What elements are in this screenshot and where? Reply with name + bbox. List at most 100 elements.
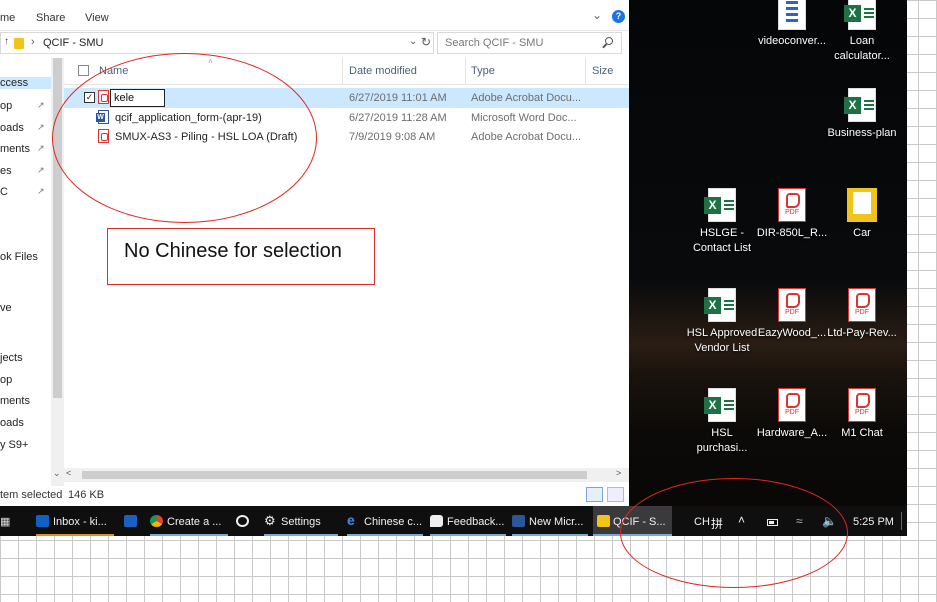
column-divider[interactable] <box>465 58 466 85</box>
column-divider[interactable] <box>585 58 586 85</box>
nav-item-3d-objects[interactable]: jects <box>0 352 23 364</box>
desktop-icon-label: Hardware_A... <box>756 427 828 439</box>
nav-item-desktop-2[interactable]: op <box>0 374 12 386</box>
desktop-icon[interactable]: Hardware_A... <box>755 388 829 441</box>
file-date: 7/9/2019 9:08 AM <box>349 131 436 143</box>
nav-item-work-files[interactable]: ok Files <box>0 251 38 263</box>
desktop-icon[interactable]: Car <box>825 188 899 241</box>
tab-home[interactable]: me <box>0 12 15 24</box>
tab-share[interactable]: Share <box>36 12 65 24</box>
taskbar-item-label: Create a ... <box>167 516 222 528</box>
column-date-modified[interactable]: Date modified <box>349 65 417 77</box>
pin-icon: ↗ <box>37 122 45 132</box>
nav-item-galaxy-s9[interactable]: y S9+ <box>0 439 28 451</box>
file-name[interactable]: SMUX-AS3 - Piling - HSL LOA (Draft) <box>115 131 297 143</box>
column-size[interactable]: Size <box>592 65 613 77</box>
nav-item-downloads-2[interactable]: oads <box>0 417 24 429</box>
task-view-button[interactable]: ▦ <box>0 506 10 536</box>
nav-item-downloads[interactable]: oads <box>0 122 24 134</box>
desktop-icon[interactable]: videoconver... <box>755 0 829 49</box>
file-row[interactable]: ✓ 6/27/2019 11:01 AM Adobe Acrobat Docu.… <box>64 88 629 108</box>
taskbar-item-settings[interactable]: ⚙ Settings <box>264 506 338 536</box>
desktop-icon[interactable]: M1 Chat <box>825 388 899 441</box>
scroll-down-icon[interactable]: ⌄ <box>53 468 61 479</box>
address-bar[interactable]: ↑ › QCIF - SMU ⌄ ↻ <box>0 32 434 54</box>
desktop-icon[interactable]: HSLGE - Contact List <box>685 188 759 256</box>
word-icon <box>512 515 525 527</box>
ime-mode[interactable]: 拼 <box>711 515 723 532</box>
tab-view[interactable]: View <box>85 12 109 24</box>
taskbar-item-edge[interactable]: e Chinese c... <box>347 506 423 536</box>
details-view-icon[interactable] <box>586 487 603 502</box>
address-dropdown-icon[interactable]: ⌄ <box>409 36 417 47</box>
status-bar: tem selected 146 KB <box>0 486 629 506</box>
column-divider[interactable] <box>342 58 343 85</box>
taskbar: ▦ Inbox - ki... Create a ... ⚙ Settings … <box>0 506 907 536</box>
desktop-icon[interactable]: Ltd-Pay-Rev... <box>825 288 899 341</box>
desktop-icon[interactable]: Loan calculator... <box>825 0 899 64</box>
nav-item-documents[interactable]: ments <box>0 143 30 155</box>
desktop-icon[interactable]: DIR-850L_R... <box>755 188 829 241</box>
breadcrumb-separator-icon[interactable]: › <box>31 36 35 48</box>
clock[interactable]: 5:25 PM <box>853 516 894 528</box>
search-box[interactable]: Search QCIF - SMU <box>437 32 622 54</box>
nav-item-desktop[interactable]: op <box>0 100 12 112</box>
taskbar-item-indicator <box>512 534 588 536</box>
horizontal-scrollbar[interactable]: < > <box>64 468 629 482</box>
volume-icon[interactable]: 🔈 <box>822 514 837 528</box>
horizontal-scrollbar-thumb[interactable] <box>82 471 587 479</box>
show-desktop-button[interactable] <box>901 512 902 530</box>
taskbar-item-feedback-hub[interactable]: Feedback... <box>430 506 506 536</box>
nav-item-quick-access[interactable]: ccess <box>0 77 51 89</box>
taskbar-item-outlook[interactable]: Inbox - ki... <box>36 506 114 536</box>
show-hidden-icons-chevron-icon[interactable]: ˄ <box>738 513 745 527</box>
gear-icon: ⚙ <box>264 513 276 528</box>
desktop-icon-label: HSL Approved Vendor List <box>686 327 758 354</box>
breadcrumb-path[interactable]: QCIF - SMU <box>43 37 104 49</box>
help-icon[interactable]: ? <box>612 10 625 23</box>
file-name[interactable]: qcif_application_form-(apr-19) <box>115 112 262 124</box>
nav-scrollbar[interactable]: ⌄ <box>51 58 64 488</box>
taskbar-item-indicator <box>593 534 672 536</box>
taskbar-item-file-explorer[interactable]: QCIF - S... <box>593 506 672 536</box>
nav-scrollbar-thumb[interactable] <box>53 58 62 398</box>
nav-item-drive[interactable]: ve <box>0 302 12 314</box>
desktop-icon[interactable]: EazyWood_... <box>755 288 829 341</box>
select-all-checkbox[interactable] <box>78 65 89 76</box>
taskbar-item-chrome[interactable]: Create a ... <box>150 506 228 536</box>
row-checkbox[interactable]: ✓ <box>84 92 95 103</box>
pin-icon: ↗ <box>37 143 45 153</box>
taskbar-item-word[interactable]: New Micr... <box>512 506 588 536</box>
column-type[interactable]: Type <box>471 65 495 77</box>
desktop-icon[interactable]: Business-plan <box>825 88 899 141</box>
column-name[interactable]: Name <box>99 65 128 77</box>
file-row[interactable]: SMUX-AS3 - Piling - HSL LOA (Draft) 7/9/… <box>64 127 629 147</box>
refresh-icon[interactable]: ↻ <box>421 35 431 49</box>
taskbar-item-indicator <box>347 534 423 536</box>
pdf-icon <box>848 288 876 322</box>
search-icon[interactable] <box>605 37 613 45</box>
ribbon-expand-chevron-icon[interactable]: ⌄ <box>592 8 602 22</box>
ime-language[interactable]: CH <box>694 516 710 528</box>
rename-input[interactable] <box>110 89 165 107</box>
nav-item-documents-2[interactable]: ments <box>0 395 30 407</box>
desktop-icon-label: DIR-850L_R... <box>756 227 828 239</box>
wifi-icon[interactable]: ≈ <box>796 514 803 528</box>
nav-item-pictures[interactable]: es <box>0 165 12 177</box>
search-placeholder[interactable]: Search QCIF - SMU <box>445 37 543 49</box>
desktop-icon[interactable]: HSL Approved Vendor List <box>685 288 759 356</box>
taskbar-item-label: Inbox - ki... <box>53 516 107 528</box>
large-icons-view-icon[interactable] <box>607 487 624 502</box>
taskbar-item-cortana[interactable] <box>234 506 256 536</box>
taskbar-item-indicator <box>264 534 338 536</box>
desktop-icon[interactable]: HSL purchasi... <box>685 388 759 456</box>
nav-item-pc[interactable]: C <box>0 186 8 198</box>
taskbar-item-app[interactable] <box>120 506 144 536</box>
scroll-left-icon[interactable]: < <box>66 468 71 478</box>
battery-icon[interactable] <box>767 519 778 526</box>
folder-icon <box>597 515 610 527</box>
scroll-right-icon[interactable]: > <box>616 468 621 478</box>
cortana-icon <box>236 515 249 527</box>
file-row[interactable]: qcif_application_form-(apr-19) 6/27/2019… <box>64 108 629 128</box>
up-arrow-icon[interactable]: ↑ <box>4 36 9 47</box>
